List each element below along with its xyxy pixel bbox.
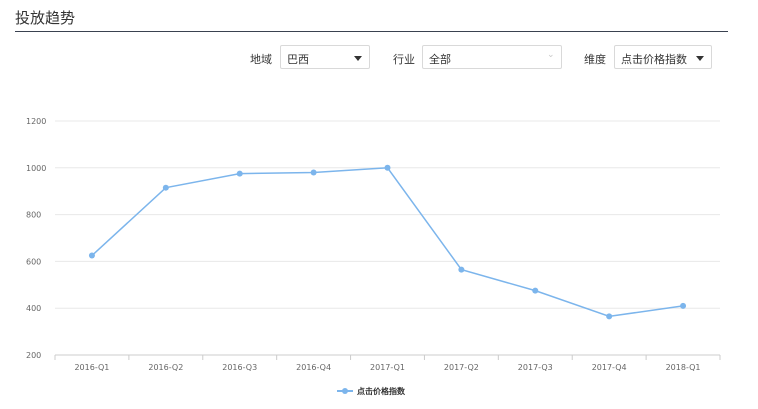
x-tick-label: 2017-Q2 xyxy=(444,363,479,372)
data-point xyxy=(606,313,613,320)
data-point xyxy=(680,302,687,309)
x-tick-label: 2016-Q1 xyxy=(74,363,109,372)
y-tick-label: 600 xyxy=(26,257,41,266)
data-point xyxy=(532,287,539,294)
y-tick-label: 400 xyxy=(26,304,41,313)
data-point xyxy=(384,164,391,171)
series-line xyxy=(91,167,684,318)
x-tick-label: 2017-Q1 xyxy=(370,363,405,372)
data-point xyxy=(236,170,243,177)
y-tick-label: 800 xyxy=(26,211,41,220)
x-tick-label: 2017-Q4 xyxy=(592,363,627,372)
y-tick-label: 1200 xyxy=(26,117,46,126)
line-chart: 200 400 600 800 1000 1200 2016-Q1 2016-Q2 2016-… xyxy=(26,117,721,396)
data-point xyxy=(458,266,465,273)
legend-label: 点击价格指数 xyxy=(357,386,406,396)
data-point xyxy=(162,184,169,191)
y-tick-label: 200 xyxy=(26,351,41,360)
data-point xyxy=(310,169,317,176)
x-tick-label: 2016-Q4 xyxy=(296,363,331,372)
x-tick-label: 2016-Q2 xyxy=(148,363,183,372)
x-tick-label: 2017-Q3 xyxy=(518,363,553,372)
data-point xyxy=(88,252,95,259)
legend-marker-icon xyxy=(342,388,348,394)
y-tick-label: 1000 xyxy=(26,164,46,173)
x-tick-label: 2016-Q3 xyxy=(222,363,257,372)
x-tick-label: 2018-Q1 xyxy=(666,363,701,372)
